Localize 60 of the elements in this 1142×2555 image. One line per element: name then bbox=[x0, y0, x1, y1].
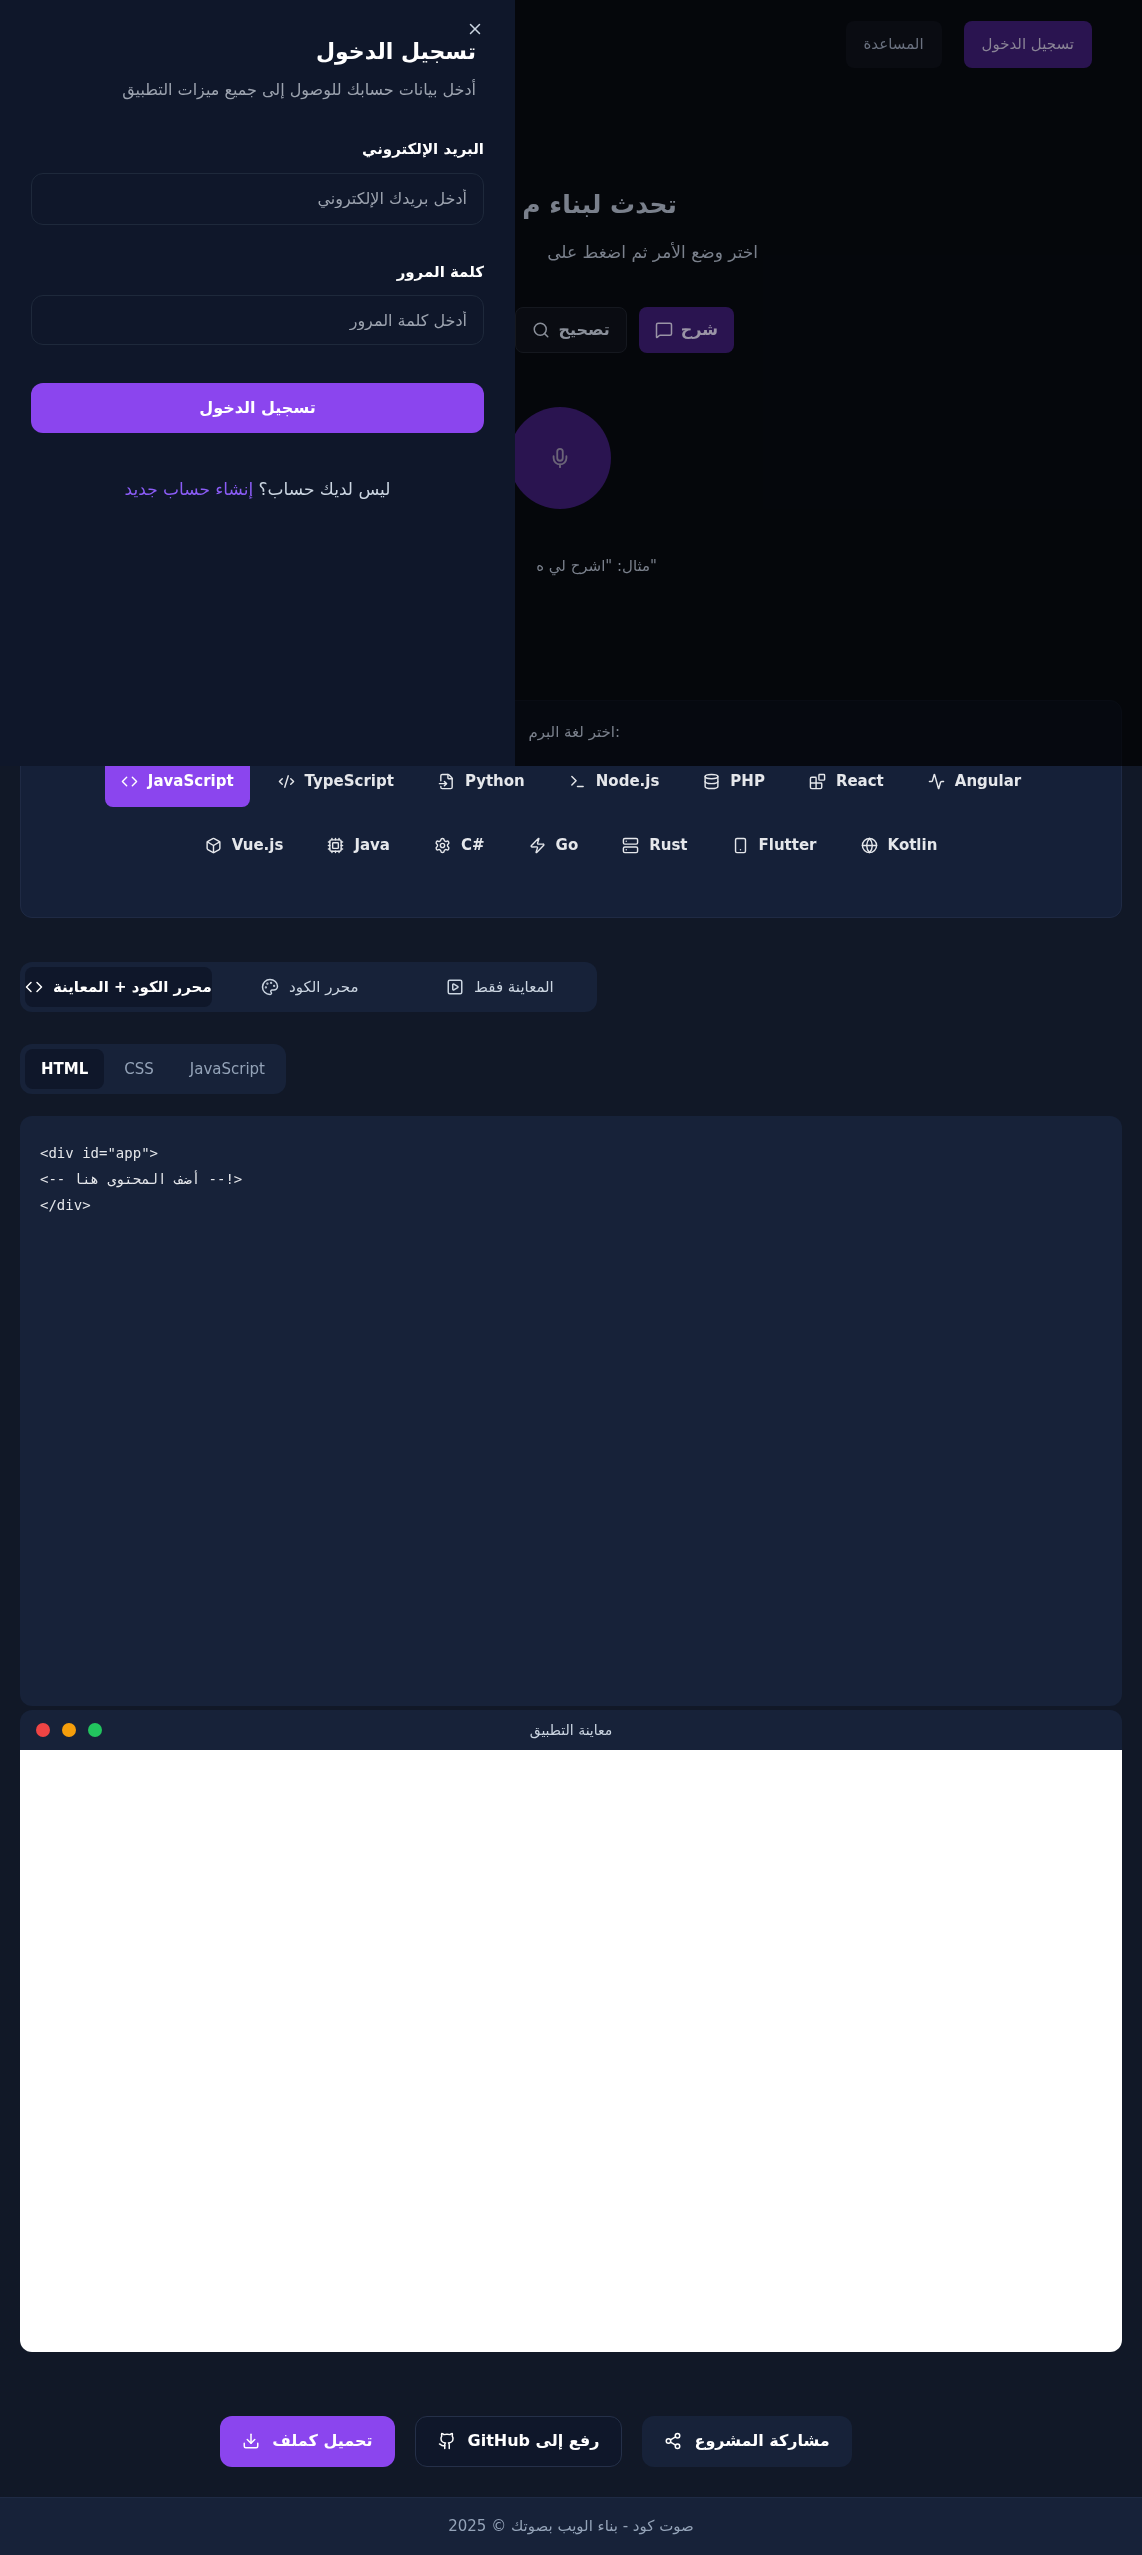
email-label: البريد الإلكتروني bbox=[362, 139, 484, 160]
dialog-subtitle: أدخل بيانات حسابك للوصول إلى جميع ميزات التطبيق bbox=[121, 78, 476, 102]
language-chip[interactable]: PHP bbox=[687, 756, 781, 807]
language-chip[interactable]: Java bbox=[311, 820, 406, 871]
language-chip[interactable]: Vue.js bbox=[188, 820, 300, 871]
hero-subtitle: اختر وضع الأمر ثم اضغط على bbox=[547, 241, 758, 264]
code-text: <div id="app"> <!-- أضف المحتوى هنا --> </div> bbox=[40, 1144, 244, 1215]
download-icon bbox=[242, 2432, 261, 2450]
file-icon bbox=[437, 773, 455, 790]
play-icon bbox=[446, 978, 465, 996]
language-chip[interactable]: Go bbox=[512, 820, 595, 871]
language-chip[interactable]: React bbox=[792, 756, 900, 807]
view-tab[interactable]: محرر الكود + المعاينة bbox=[25, 967, 212, 1007]
help-button[interactable]: المساعدة bbox=[845, 20, 942, 68]
language-chip[interactable]: Flutter bbox=[715, 820, 833, 871]
submit-button[interactable]: تسجيل الدخول bbox=[31, 383, 484, 433]
terminal-icon bbox=[568, 773, 586, 790]
code-editor[interactable]: <div id="app"> <!-- أضف المحتوى هنا --> </div> bbox=[20, 1116, 1122, 1706]
chat-icon bbox=[654, 321, 673, 339]
globe-icon bbox=[860, 837, 878, 854]
database-icon bbox=[703, 773, 721, 790]
share-icon bbox=[664, 2432, 683, 2450]
signup-prompt: ليس لديك حساب؟ إنشاء حساب جديد bbox=[123, 478, 392, 501]
view-tab[interactable]: محرر الكود bbox=[217, 967, 402, 1007]
language-chip[interactable]: Rust bbox=[606, 820, 704, 871]
lightning-icon bbox=[528, 837, 546, 854]
file-tab[interactable]: HTML bbox=[25, 1049, 105, 1089]
mode-button[interactable]: تصحيح bbox=[515, 307, 627, 353]
signup-link[interactable]: إنشاء حساب جديد bbox=[124, 479, 254, 499]
language-chip[interactable]: Angular bbox=[911, 756, 1038, 807]
pulse-icon bbox=[927, 773, 945, 790]
language-label: اختر لغة البرم: bbox=[528, 722, 620, 743]
language-chip[interactable]: Kotlin bbox=[844, 820, 954, 871]
gear-icon bbox=[434, 837, 451, 854]
search-icon bbox=[532, 321, 551, 339]
example-text: "مثال: "اشرح لي ه bbox=[536, 556, 657, 578]
github-icon bbox=[437, 2432, 456, 2450]
share-button[interactable]: مشاركة المشروع bbox=[642, 2415, 852, 2467]
code-icon bbox=[277, 773, 295, 790]
footer-text: صوت كود - بناء الويب بصوتك © 2025 bbox=[448, 2516, 694, 2538]
hero-title: تحدث لبناء م bbox=[522, 189, 677, 221]
dialog-title: تسجيل الدخول bbox=[314, 38, 476, 66]
cube-icon bbox=[204, 837, 222, 854]
password-label: كلمة المرور bbox=[396, 261, 484, 283]
palette-icon bbox=[261, 978, 280, 996]
file-tab[interactable]: JavaScript bbox=[173, 1049, 281, 1089]
server-icon bbox=[622, 837, 640, 854]
language-chip[interactable]: TypeScript bbox=[261, 756, 410, 807]
login-button[interactable]: تسجيل الدخول bbox=[963, 20, 1092, 68]
file-tab[interactable]: CSS bbox=[108, 1049, 170, 1089]
view-tab[interactable]: المعاينة فقط bbox=[407, 967, 592, 1007]
github-button[interactable]: رفع إلى GitHub bbox=[414, 2415, 623, 2467]
chip-icon bbox=[327, 837, 345, 854]
download-button[interactable]: تحميل كملف bbox=[220, 2415, 395, 2467]
mode-button[interactable]: شرح bbox=[638, 307, 734, 353]
language-chip[interactable]: Python bbox=[421, 756, 541, 807]
language-chip[interactable]: Node.js bbox=[552, 756, 676, 807]
preview-title: معاينة التطبيق bbox=[529, 1720, 613, 1741]
language-chip[interactable]: C# bbox=[418, 820, 501, 871]
blocks-icon bbox=[808, 773, 826, 790]
